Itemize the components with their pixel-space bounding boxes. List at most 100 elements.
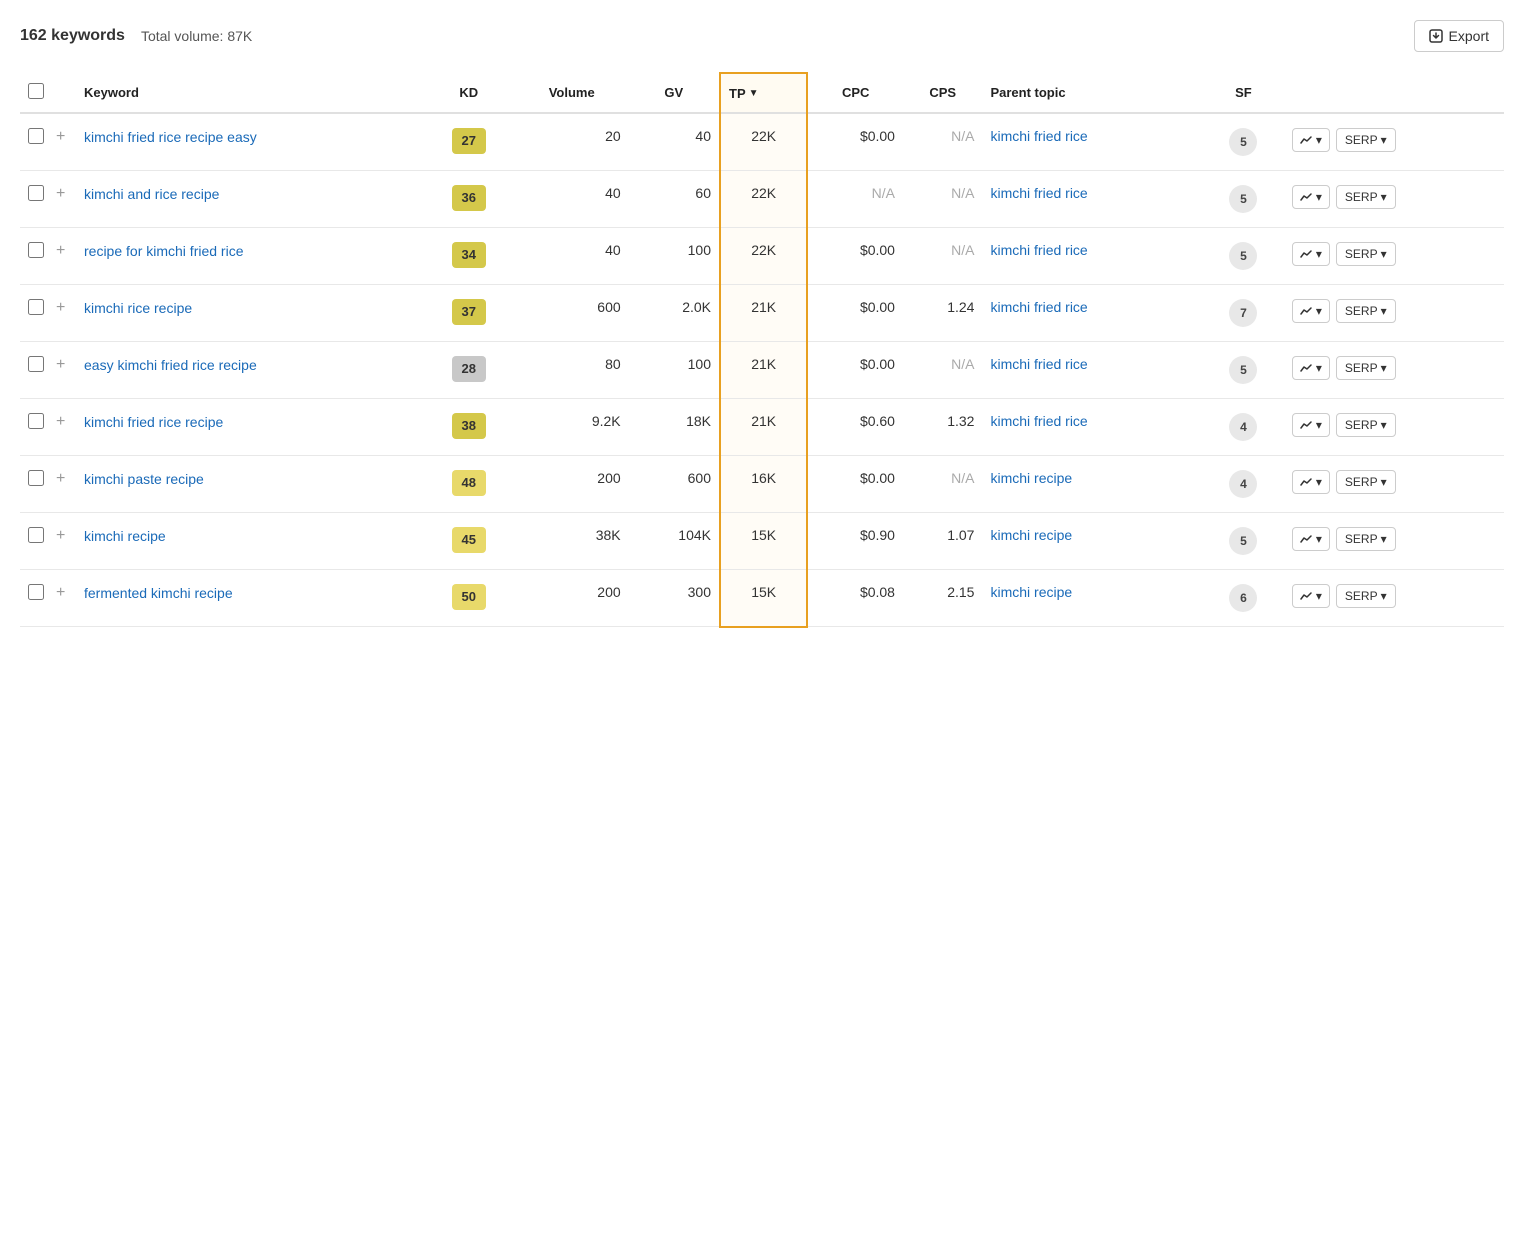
row-add-cell: + — [52, 113, 76, 171]
serp-button[interactable]: SERP ▾ — [1336, 185, 1396, 209]
add-keyword-icon[interactable]: + — [56, 413, 65, 430]
trend-button[interactable]: ▾ — [1292, 128, 1330, 152]
row-checkbox[interactable] — [28, 413, 44, 429]
row-sf-cell: 7 — [1203, 285, 1284, 342]
keyword-link[interactable]: kimchi and rice recipe — [84, 186, 219, 202]
add-keyword-icon[interactable]: + — [56, 242, 65, 259]
add-keyword-icon[interactable]: + — [56, 185, 65, 202]
kd-badge: 37 — [452, 299, 486, 325]
parent-topic-link[interactable]: kimchi fried rice — [990, 128, 1087, 144]
row-tp-cell: 16K — [720, 456, 807, 513]
serp-button[interactable]: SERP ▾ — [1336, 356, 1396, 380]
th-tp[interactable]: TP ▼ — [720, 73, 807, 113]
trend-button[interactable]: ▾ — [1292, 470, 1330, 494]
keyword-link[interactable]: kimchi fried rice recipe easy — [84, 129, 257, 145]
trend-button[interactable]: ▾ — [1292, 242, 1330, 266]
cpc-value: $0.00 — [860, 356, 895, 372]
actions-group: ▾ SERP ▾ — [1292, 242, 1496, 266]
parent-topic-link[interactable]: kimchi recipe — [990, 470, 1072, 486]
cps-value: 2.15 — [947, 584, 974, 600]
serp-button[interactable]: SERP ▾ — [1336, 128, 1396, 152]
row-kd-cell: 37 — [423, 285, 515, 342]
add-keyword-icon[interactable]: + — [56, 128, 65, 145]
add-keyword-icon[interactable]: + — [56, 299, 65, 316]
serp-button[interactable]: SERP ▾ — [1336, 470, 1396, 494]
serp-dropdown-arrow: ▾ — [1381, 190, 1387, 204]
serp-button[interactable]: SERP ▾ — [1336, 584, 1396, 608]
parent-topic-link[interactable]: kimchi fried rice — [990, 299, 1087, 315]
trend-button[interactable]: ▾ — [1292, 299, 1330, 323]
trend-button[interactable]: ▾ — [1292, 413, 1330, 437]
th-cpc: CPC — [807, 73, 903, 113]
row-gv-cell: 100 — [629, 228, 720, 285]
parent-topic-link[interactable]: kimchi fried rice — [990, 413, 1087, 429]
add-keyword-icon[interactable]: + — [56, 527, 65, 544]
th-actions — [1284, 73, 1504, 113]
row-checkbox[interactable] — [28, 527, 44, 543]
tp-value: 21K — [751, 413, 776, 429]
keyword-link[interactable]: recipe for kimchi fried rice — [84, 243, 244, 259]
row-add-cell: + — [52, 570, 76, 627]
serp-dropdown-arrow: ▾ — [1381, 304, 1387, 318]
actions-group: ▾ SERP ▾ — [1292, 299, 1496, 323]
select-all-checkbox[interactable] — [28, 83, 44, 99]
row-gv-cell: 104K — [629, 513, 720, 570]
keyword-link[interactable]: kimchi fried rice recipe — [84, 414, 223, 430]
row-actions-cell: ▾ SERP ▾ — [1284, 113, 1504, 171]
cps-value: N/A — [951, 185, 974, 201]
add-keyword-icon[interactable]: + — [56, 470, 65, 487]
trend-dropdown-arrow: ▾ — [1316, 190, 1322, 204]
row-checkbox[interactable] — [28, 185, 44, 201]
parent-topic-link[interactable]: kimchi fried rice — [990, 242, 1087, 258]
serp-button[interactable]: SERP ▾ — [1336, 242, 1396, 266]
row-checkbox-cell — [20, 456, 52, 513]
keyword-link[interactable]: fermented kimchi recipe — [84, 585, 233, 601]
parent-topic-link[interactable]: kimchi recipe — [990, 527, 1072, 543]
trend-button[interactable]: ▾ — [1292, 527, 1330, 551]
row-cps-cell: N/A — [903, 342, 982, 399]
parent-topic-link[interactable]: kimchi fried rice — [990, 356, 1087, 372]
trend-icon — [1300, 477, 1314, 487]
row-checkbox[interactable] — [28, 299, 44, 315]
row-actions-cell: ▾ SERP ▾ — [1284, 456, 1504, 513]
row-checkbox[interactable] — [28, 242, 44, 258]
tp-sort[interactable]: TP ▼ — [729, 86, 798, 101]
keyword-link[interactable]: kimchi rice recipe — [84, 300, 192, 316]
parent-topic-link[interactable]: kimchi fried rice — [990, 185, 1087, 201]
row-checkbox[interactable] — [28, 128, 44, 144]
add-keyword-icon[interactable]: + — [56, 584, 65, 601]
actions-group: ▾ SERP ▾ — [1292, 527, 1496, 551]
row-actions-cell: ▾ SERP ▾ — [1284, 171, 1504, 228]
serp-label: SERP — [1345, 589, 1378, 603]
keyword-link[interactable]: easy kimchi fried rice recipe — [84, 357, 257, 373]
row-kd-cell: 34 — [423, 228, 515, 285]
row-volume-cell: 38K — [515, 513, 629, 570]
cpc-value: $0.08 — [860, 584, 895, 600]
total-volume: Total volume: 87K — [141, 28, 252, 44]
parent-topic-link[interactable]: kimchi recipe — [990, 584, 1072, 600]
serp-button[interactable]: SERP ▾ — [1336, 413, 1396, 437]
row-checkbox[interactable] — [28, 470, 44, 486]
trend-button[interactable]: ▾ — [1292, 185, 1330, 209]
serp-label: SERP — [1345, 361, 1378, 375]
row-keyword-cell: fermented kimchi recipe — [76, 570, 423, 627]
sf-badge: 4 — [1229, 470, 1257, 498]
row-cpc-cell: $0.00 — [807, 456, 903, 513]
trend-dropdown-arrow: ▾ — [1316, 589, 1322, 603]
row-checkbox[interactable] — [28, 584, 44, 600]
th-parent-topic: Parent topic — [982, 73, 1203, 113]
serp-button[interactable]: SERP ▾ — [1336, 299, 1396, 323]
keyword-link[interactable]: kimchi paste recipe — [84, 471, 204, 487]
row-tp-cell: 15K — [720, 570, 807, 627]
trend-button[interactable]: ▾ — [1292, 356, 1330, 380]
add-keyword-icon[interactable]: + — [56, 356, 65, 373]
row-keyword-cell: kimchi recipe — [76, 513, 423, 570]
row-actions-cell: ▾ SERP ▾ — [1284, 570, 1504, 627]
table-header-row: Keyword KD Volume GV TP ▼ CPC CPS — [20, 73, 1504, 113]
trend-button[interactable]: ▾ — [1292, 584, 1330, 608]
serp-button[interactable]: SERP ▾ — [1336, 527, 1396, 551]
row-checkbox[interactable] — [28, 356, 44, 372]
row-add-cell: + — [52, 399, 76, 456]
keyword-link[interactable]: kimchi recipe — [84, 528, 166, 544]
export-button[interactable]: Export — [1414, 20, 1504, 52]
